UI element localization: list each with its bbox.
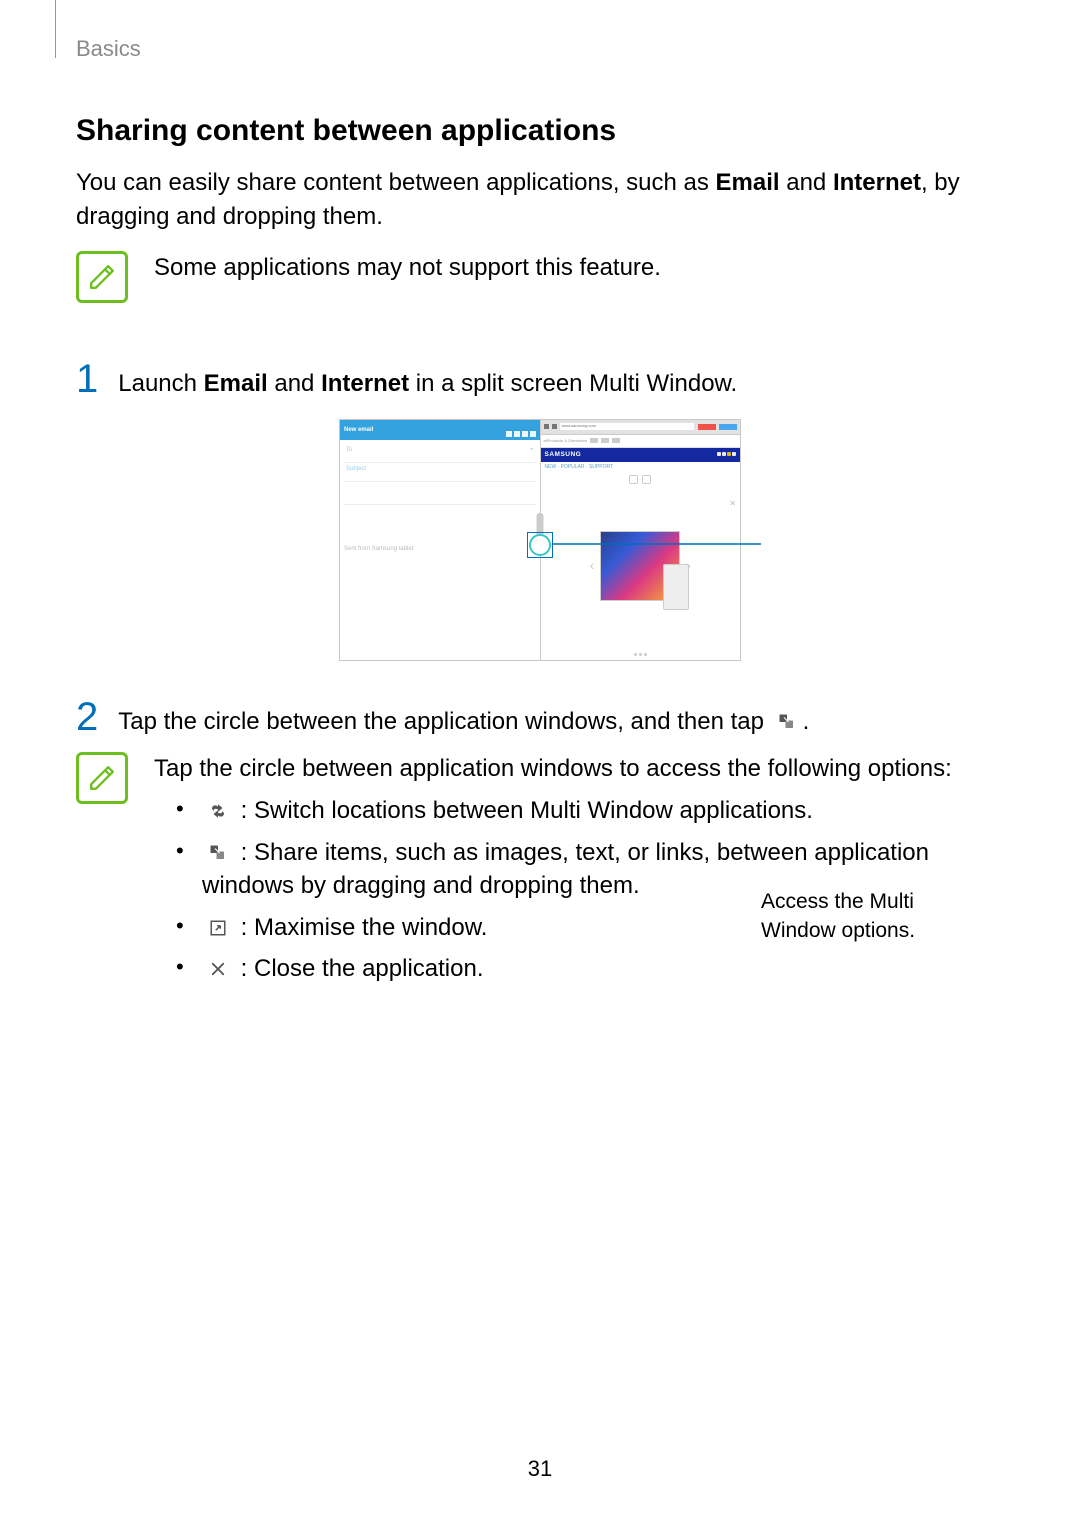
close-icon [208, 960, 228, 978]
step-2-number: 2 [76, 697, 98, 737]
brand-label: SAMSUNG [545, 450, 582, 459]
option-share: : Share items, such as images, text, or … [154, 836, 1004, 903]
switch-icon [208, 802, 228, 820]
step-1: 1 Launch Email and Internet in a split s… [76, 359, 1004, 401]
intro-pre: You can easily share content between app… [76, 169, 716, 196]
opt-share-text: : Share items, such as images, text, or … [202, 839, 929, 900]
feature-note: Some applications may not support this f… [76, 251, 1004, 303]
browser-content: NEW · POPULAR · SUPPORT ✕ ‹ › [541, 462, 741, 660]
email-title-label: New email [344, 426, 373, 434]
step1-email-bold: Email [204, 370, 268, 397]
email-body: To+ Subject Sent from Samsung tablet [340, 440, 540, 557]
step1-pre: Launch [118, 370, 203, 397]
browser-favbar: allProducts & Directories [541, 435, 741, 448]
breadcrumb: Basics [76, 34, 141, 65]
browser-gallery: ‹ › [541, 484, 741, 653]
share-drop-icon [208, 844, 228, 862]
page-number: 31 [0, 1454, 1080, 1485]
opt-close-text: : Close the application. [234, 955, 483, 982]
step-1-text: Launch Email and Internet in a split scr… [118, 359, 737, 401]
step1-post: in a split screen Multi Window. [409, 370, 737, 397]
intro-mid: and [780, 169, 833, 196]
options-note-content: Tap the circle between application windo… [154, 752, 1004, 994]
step-1-number: 1 [76, 359, 98, 399]
note-icon [76, 251, 128, 303]
step1-internet-bold: Internet [321, 370, 409, 397]
email-pane: New email To+ Subject Sent from Samsung … [340, 420, 541, 660]
samsung-banner: SAMSUNG [541, 448, 741, 462]
page-dots [541, 653, 741, 656]
option-switch: : Switch locations between Multi Window … [154, 794, 1004, 828]
note-icon [76, 752, 128, 804]
banner-dots [716, 450, 736, 459]
email-subject-label: Subject [346, 465, 366, 479]
step-2-text: Tap the circle between the application w… [118, 697, 809, 739]
share-drop-icon [777, 713, 797, 731]
browser-btn-blue [719, 424, 737, 430]
step2-pre: Tap the circle between the application w… [118, 708, 770, 735]
forward-icon [552, 424, 557, 429]
header-rule [55, 0, 56, 58]
email-to-row: To+ [344, 444, 536, 463]
browser-subnav: NEW · POPULAR · SUPPORT [541, 462, 741, 473]
back-icon [544, 424, 549, 429]
option-close: : Close the application. [154, 952, 1004, 986]
options-lead: Tap the circle between application windo… [154, 752, 1004, 786]
multiwindow-circle-handle [529, 534, 551, 556]
option-maximise: : Maximise the window. [154, 911, 1004, 945]
gallery-tile [600, 531, 680, 601]
intro-paragraph: You can easily share content between app… [76, 166, 1004, 233]
browser-iconrow [541, 475, 741, 484]
note-text: Some applications may not support this f… [154, 251, 661, 285]
step-2: 2 Tap the circle between the application… [76, 697, 1004, 739]
step2-post: . [803, 708, 810, 735]
options-note: Tap the circle between application windo… [76, 752, 1004, 994]
step1-mid: and [268, 370, 321, 397]
email-textarea [344, 482, 536, 505]
chevron-left-icon: ‹ [590, 556, 595, 576]
email-to-label: To [346, 446, 352, 460]
options-list: : Switch locations between Multi Window … [154, 794, 1004, 986]
figure-multiwindow: New email To+ Subject Sent from Samsung … [76, 419, 1004, 661]
intro-email-bold: Email [716, 169, 780, 196]
section-heading: Sharing content between applications [76, 110, 1004, 152]
browser-btn-red [698, 424, 716, 430]
intro-internet-bold: Internet [833, 169, 921, 196]
email-titlebar: New email [340, 420, 540, 440]
browser-pane: www.samsung.com allProducts & Directorie… [541, 420, 741, 660]
opt-max-text: : Maximise the window. [234, 914, 487, 941]
email-subject-row: Subject [344, 463, 536, 482]
maximise-icon [208, 919, 228, 937]
tablet-illustration: New email To+ Subject Sent from Samsung … [339, 419, 741, 661]
opt-switch-text: : Switch locations between Multi Window … [234, 797, 813, 824]
page-content: Sharing content between applications You… [0, 0, 1080, 994]
browser-url: www.samsung.com [560, 423, 695, 430]
browser-toolbar: www.samsung.com [541, 420, 741, 435]
close-x-icon: ✕ [729, 498, 736, 509]
email-footer-label: Sent from Samsung tablet [344, 545, 536, 553]
